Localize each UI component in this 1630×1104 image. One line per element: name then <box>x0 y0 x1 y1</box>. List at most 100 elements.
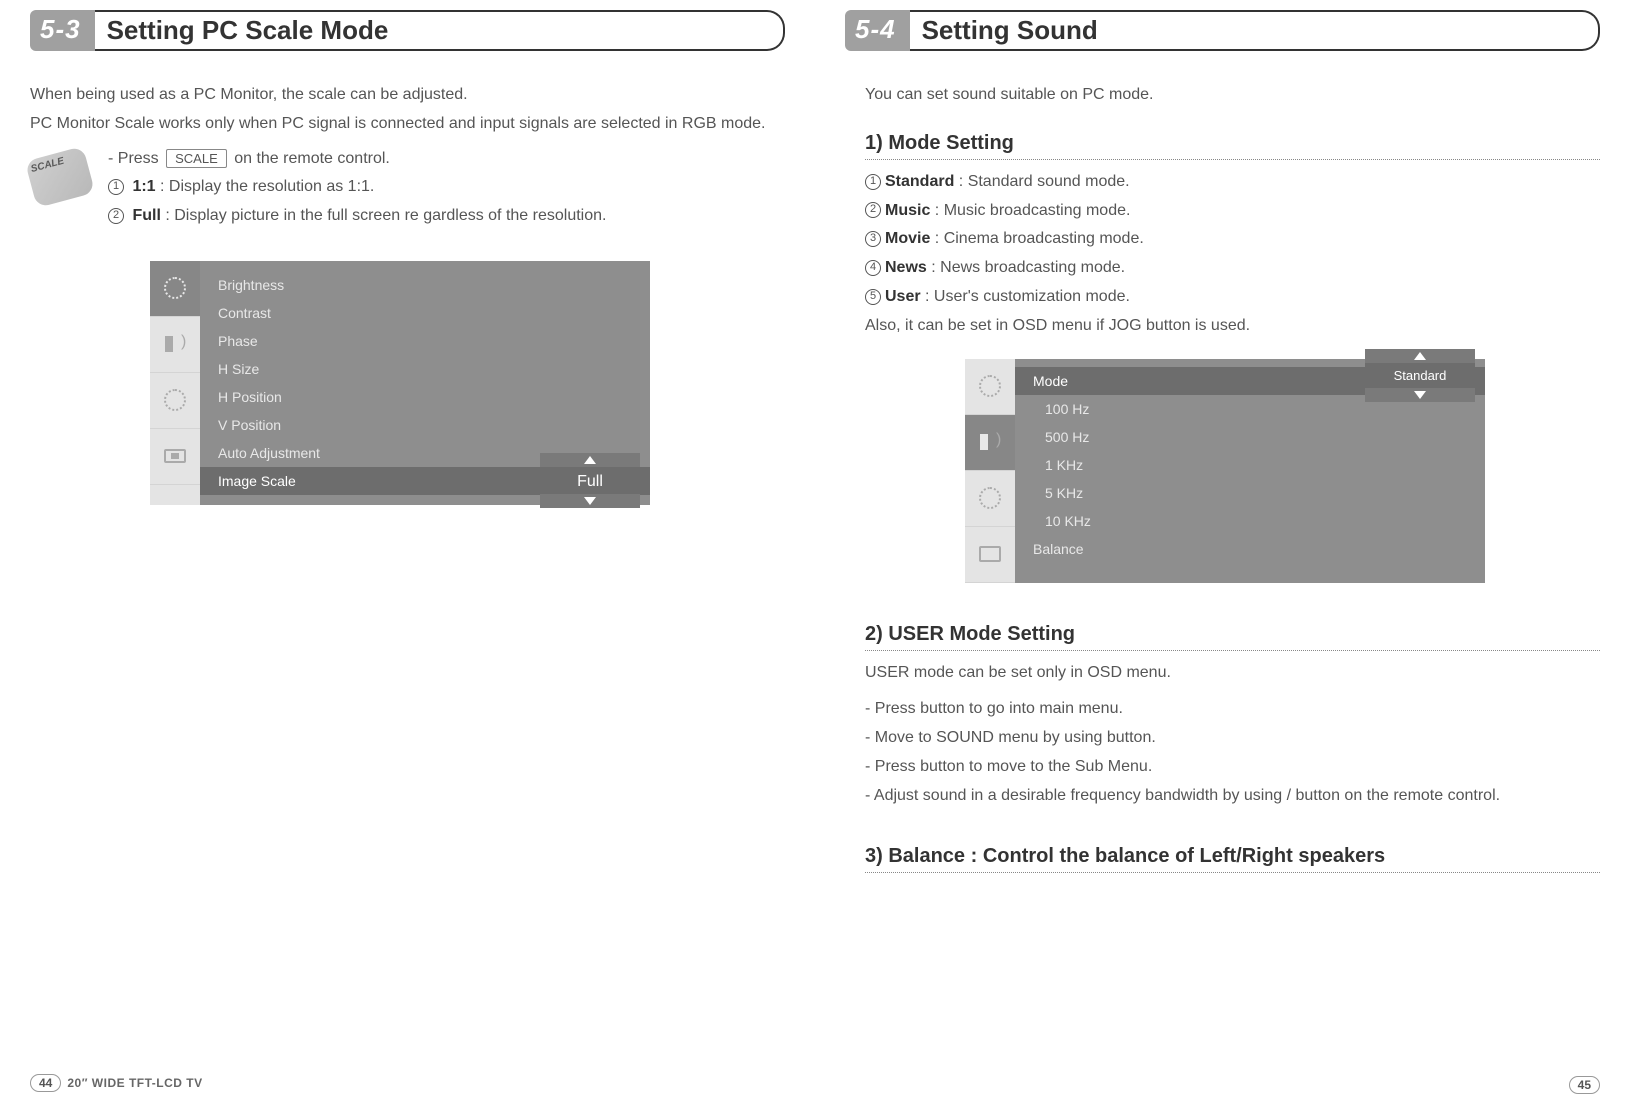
osd-tab[interactable] <box>150 373 200 429</box>
circled-number-icon: 4 <box>865 260 881 276</box>
osd-arrow-down[interactable] <box>1365 388 1475 402</box>
osd-tab[interactable] <box>150 429 200 485</box>
intro-paragraph: You can set sound suitable on PC mode. <box>865 81 1600 110</box>
osd-sidebar <box>965 359 1015 583</box>
circled-number-icon: 5 <box>865 289 881 305</box>
circled-number-icon: 3 <box>865 231 881 247</box>
press-prefix: - Press <box>108 150 159 167</box>
speaker-icon <box>165 336 185 352</box>
chevron-down-icon <box>584 497 596 505</box>
osd-item[interactable]: 10 KHz <box>1015 507 1485 535</box>
mode-desc: : Music broadcasting mode. <box>935 202 1131 219</box>
page-right: 5-4 Setting Sound You can set sound suit… <box>815 0 1630 1104</box>
osd-tab[interactable] <box>150 317 200 373</box>
osd-mode-label: Mode <box>1015 367 1275 395</box>
mode-option: 1Standard : Standard sound mode. <box>865 168 1600 197</box>
scale-remote-button-icon: SCALE <box>25 146 95 208</box>
scale-key-label: SCALE <box>166 149 227 168</box>
mode-note: Also, it can be set in OSD menu if JOG b… <box>865 312 1600 341</box>
screen-icon <box>164 449 186 463</box>
press-suffix: on the remote control. <box>234 150 390 167</box>
circled-number-icon: 1 <box>108 179 124 195</box>
page-number: 45 <box>1569 1076 1600 1094</box>
osd-arrow-up[interactable] <box>540 453 640 467</box>
osd-item[interactable]: Balance <box>1015 535 1485 563</box>
settings-icon <box>164 389 186 411</box>
mode-desc: : User's customization mode. <box>925 288 1130 305</box>
osd-main: Brightness Contrast Phase H Size H Posit… <box>200 261 650 505</box>
osd-item[interactable]: H Position <box>200 383 650 411</box>
user-step: - Move to SOUND menu by using button. <box>865 724 1600 753</box>
chevron-up-icon <box>584 456 596 464</box>
user-step: - Adjust sound in a desirable frequency … <box>865 782 1600 811</box>
osd-arrow-up[interactable] <box>1365 349 1475 363</box>
option-2: 2 Full : Display picture in the full scr… <box>108 202 785 231</box>
osd-value[interactable]: Full <box>540 469 640 495</box>
mode-desc: : Cinema broadcasting mode. <box>935 230 1144 247</box>
osd-item[interactable]: H Size <box>200 355 650 383</box>
osd-tab-active[interactable] <box>965 415 1015 471</box>
subhead-balance: 3) Balance : Control the balance of Left… <box>865 845 1600 875</box>
mode-label: Music <box>885 202 930 219</box>
subhead-mode-setting: 1) Mode Setting <box>865 132 1600 162</box>
header-curve-icon <box>767 10 785 51</box>
chevron-down-icon <box>1414 391 1426 399</box>
mode-option: 2Music : Music broadcasting mode. <box>865 197 1600 226</box>
option-1-desc: : Display the resolution as 1:1. <box>160 178 374 195</box>
osd-sidebar <box>150 261 200 505</box>
tv-icon <box>979 546 1001 562</box>
osd-item[interactable]: Contrast <box>200 299 650 327</box>
option-2-label: Full <box>132 207 160 224</box>
mode-desc: : Standard sound mode. <box>959 173 1130 190</box>
mode-label: Standard <box>885 173 954 190</box>
osd-item[interactable]: 500 Hz <box>1015 423 1485 451</box>
circled-number-icon: 2 <box>865 202 881 218</box>
osd-panel-right: Mode 100 Hz 500 Hz 1 KHz 5 KHz 10 KHz Ba… <box>965 359 1485 583</box>
page-left: 5-3 Setting PC Scale Mode When being use… <box>0 0 815 1104</box>
osd-item[interactable]: Phase <box>200 327 650 355</box>
osd-item[interactable]: 5 KHz <box>1015 479 1485 507</box>
chevron-up-icon <box>1414 352 1426 360</box>
section-number-pill: 5-4 <box>845 10 910 51</box>
section-title: Setting PC Scale Mode <box>107 15 389 46</box>
mode-option: 4News : News broadcasting mode. <box>865 254 1600 283</box>
osd-item[interactable]: Brightness <box>200 271 650 299</box>
mode-desc: : News broadcasting mode. <box>931 259 1125 276</box>
mode-label: User <box>885 288 921 305</box>
speaker-icon <box>980 434 1000 450</box>
option-1-label: 1:1 <box>132 178 155 195</box>
paragraph: PC Monitor Scale works only when PC sign… <box>30 110 785 139</box>
osd-item[interactable]: V Position <box>200 411 650 439</box>
subhead-user-mode: 2) USER Mode Setting <box>865 623 1600 653</box>
mode-option: 3Movie : Cinema broadcasting mode. <box>865 225 1600 254</box>
section-number-pill: 5-3 <box>30 10 95 51</box>
user-intro: USER mode can be set only in OSD menu. <box>865 659 1600 688</box>
page-number: 44 <box>30 1074 61 1092</box>
osd-item[interactable]: 1 KHz <box>1015 451 1485 479</box>
user-step: - Press button to move to the Sub Menu. <box>865 753 1600 782</box>
circled-number-icon: 2 <box>108 208 124 224</box>
mode-label: News <box>885 259 927 276</box>
footer-right: 45 <box>1569 1078 1600 1092</box>
mode-label: Movie <box>885 230 930 247</box>
option-2-desc: : Display picture in the full screen re … <box>165 207 606 224</box>
osd-arrow-down[interactable] <box>540 494 640 508</box>
instruction-line: - Press SCALE on the remote control. <box>108 145 785 174</box>
osd-tab[interactable] <box>965 527 1015 583</box>
osd-tab[interactable] <box>965 471 1015 527</box>
osd-tab[interactable] <box>965 359 1015 415</box>
section-header-left: 5-3 Setting PC Scale Mode <box>30 10 785 51</box>
osd-item-label: Image Scale <box>218 473 458 489</box>
option-1: 1 1:1 : Display the resolution as 1:1. <box>108 173 785 202</box>
osd-tab-active[interactable] <box>150 261 200 317</box>
mode-option: 5User : User's customization mode. <box>865 283 1600 312</box>
brightness-icon <box>979 375 1001 397</box>
section-title: Setting Sound <box>922 15 1098 46</box>
osd-panel-left: Brightness Contrast Phase H Size H Posit… <box>150 261 650 505</box>
header-curve-icon <box>1582 10 1600 51</box>
osd-mode-value[interactable]: Standard <box>1365 363 1475 388</box>
section-header-right: 5-4 Setting Sound <box>845 10 1600 51</box>
circled-number-icon: 1 <box>865 174 881 190</box>
brightness-icon <box>164 277 186 299</box>
footer-left: 44 20″ WIDE TFT-LCD TV <box>30 1074 203 1092</box>
